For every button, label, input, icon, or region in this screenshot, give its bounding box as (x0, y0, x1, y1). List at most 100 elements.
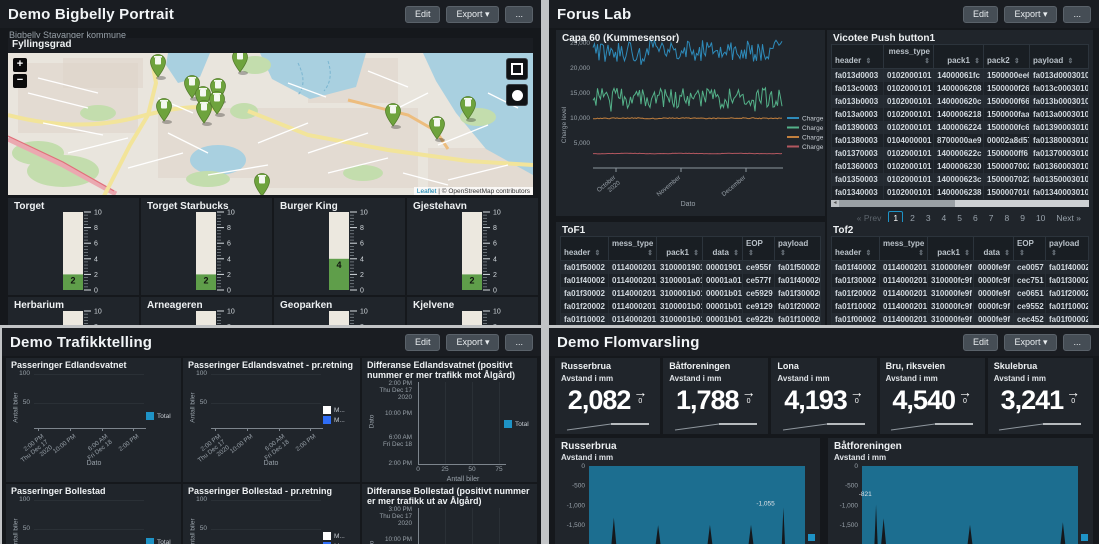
pagination-page-8[interactable]: 8 (1000, 212, 1013, 222)
more-button[interactable]: ... (1063, 6, 1091, 23)
sort-icon[interactable]: ⇕ (1002, 250, 1010, 257)
table-row[interactable]: fa01390003010200010114000062241500000fc6… (832, 121, 1089, 134)
table-row[interactable]: fa01f2000201140002013100001b0100001b01ce… (561, 300, 821, 313)
table-row[interactable]: fa01f3000201140002013100001b0100001b01ce… (561, 287, 821, 300)
map-fullscreen-button[interactable] (506, 58, 528, 80)
sort-icon[interactable]: ⇕ (691, 250, 699, 257)
pagination-page-2[interactable]: 2 (906, 212, 919, 222)
table-row[interactable]: fa013a0003010200010114000062181500000faa… (832, 108, 1089, 121)
export-button[interactable]: Export ▾ (446, 6, 499, 23)
pagination-page-5[interactable]: 5 (953, 212, 966, 222)
svg-text:10: 10 (227, 309, 235, 316)
sort-icon[interactable]: ⇕ (778, 250, 786, 257)
column-header-mess_type[interactable]: mess_type ⇕ (609, 237, 657, 261)
pagination-page-10[interactable]: 10 (1032, 212, 1049, 222)
svg-text:December: December (721, 174, 748, 198)
table-row[interactable]: fa01f100020114000201310000fc9f0000fc9fce… (832, 300, 1089, 313)
column-header-header[interactable]: header ⇕ (561, 237, 609, 261)
column-header-pack1[interactable]: pack1 ⇕ (928, 237, 974, 261)
x-tick (310, 428, 311, 431)
map-zoom-out-button[interactable]: − (13, 74, 27, 88)
scrollbar-thumb[interactable] (839, 200, 955, 207)
sort-icon[interactable]: ⇕ (645, 250, 653, 257)
single-value-tile: LonaAvstand i mm4,193→0 (771, 358, 876, 434)
pagination-page-7[interactable]: 7 (985, 212, 998, 222)
column-header-pack2[interactable]: pack2 ⇕ (984, 45, 1030, 69)
table-row[interactable]: fa01360003010200010114000062301500007002… (832, 160, 1089, 173)
table-row[interactable]: fa01f4000201140002013100001a0100001a01ce… (561, 274, 821, 287)
table-row[interactable]: fa01340003010200010114000062381500007016… (832, 186, 1089, 199)
table-row[interactable]: fa013700030102000101140000622c1500000ff6… (832, 147, 1089, 160)
sort-icon[interactable]: ⇕ (863, 250, 871, 257)
sort-icon[interactable]: ⇕ (916, 250, 924, 257)
pagination-page-4[interactable]: 4 (938, 212, 951, 222)
edit-button[interactable]: Edit (963, 6, 999, 23)
column-header-pack1[interactable]: pack1 ⇕ (934, 45, 984, 69)
column-header-mess_type[interactable]: mess_type ⇕ (880, 237, 928, 261)
table-row[interactable]: fa01f000020114000201310000fe9f0000fe9fce… (832, 313, 1089, 325)
svg-text:4: 4 (493, 256, 497, 263)
svg-text:8: 8 (360, 324, 364, 325)
sort-icon[interactable]: ⇕ (1049, 250, 1057, 257)
map[interactable]: + − Leaflet | © OpenStreetMap contributo… (8, 53, 533, 195)
x-tick-label: 2:00 PM Thu Dec 17 2020 (16, 433, 55, 470)
edit-button[interactable]: Edit (963, 334, 999, 351)
pagination-page-3[interactable]: 3 (922, 212, 935, 222)
table-row[interactable]: fa01f1000201140002013100001b0100001b01ce… (561, 313, 821, 325)
sort-icon[interactable]: ⇕ (863, 58, 871, 65)
column-header-EOP[interactable]: EOP ⇕ (743, 237, 775, 261)
column-header-payload[interactable]: payload ⇕ (775, 237, 821, 261)
export-button[interactable]: Export ▾ (1004, 334, 1057, 351)
svg-text:4: 4 (94, 256, 98, 263)
column-header-header[interactable]: header ⇕ (832, 237, 880, 261)
table-row[interactable]: fa01f500020114000201310000190100001901ce… (561, 261, 821, 275)
column-header-EOP[interactable]: EOP ⇕ (1014, 237, 1046, 261)
export-button[interactable]: Export ▾ (446, 334, 499, 351)
sort-icon[interactable]: ⇕ (972, 58, 980, 65)
pagination-page-1[interactable]: 1 (888, 211, 903, 222)
pagination-page-6[interactable]: 6 (969, 212, 982, 222)
edit-button[interactable]: Edit (405, 6, 441, 23)
pagination-prev[interactable]: « Prev (853, 212, 886, 222)
leaflet-link[interactable]: Leaflet (417, 188, 437, 195)
column-header-data[interactable]: data ⇕ (974, 237, 1014, 261)
table-row[interactable]: fa01f200020114000201310000fe9f0000fe9fce… (832, 287, 1089, 300)
pagination-page-9[interactable]: 9 (1016, 212, 1029, 222)
map-zoom-in-button[interactable]: + (13, 58, 27, 72)
svg-text:8: 8 (94, 225, 98, 232)
sort-icon[interactable]: ⇕ (592, 250, 600, 257)
x-axis (34, 428, 146, 429)
more-button[interactable]: ... (1063, 334, 1091, 351)
table-row[interactable]: fa013d0003010200010114000061fc1500000ee6… (832, 69, 1089, 83)
column-header-mess_type[interactable]: mess_type ⇕ (884, 45, 934, 69)
table-row[interactable]: fa013b00030102000101140000620c1500000f66… (832, 95, 1089, 108)
more-button[interactable]: ... (505, 6, 533, 23)
column-header-payload[interactable]: payload ⇕ (1046, 237, 1089, 261)
column-header-data[interactable]: data ⇕ (703, 237, 743, 261)
export-button[interactable]: Export ▾ (1004, 6, 1057, 23)
table-row[interactable]: fa0138000301040000018700000ae900002a8d57… (832, 134, 1089, 147)
table-row[interactable]: fa013500030102000101140000623c1500007022… (832, 173, 1089, 186)
column-header-header[interactable]: header ⇕ (832, 45, 884, 69)
map-layers-button[interactable] (506, 84, 528, 106)
sort-icon[interactable]: ⇕ (1017, 250, 1025, 257)
table-row[interactable]: fa01f300020114000201310000fc9f0000fc9fce… (832, 274, 1089, 287)
sort-icon[interactable]: ⇕ (731, 250, 739, 257)
sort-icon[interactable]: ⇕ (922, 58, 930, 65)
sort-icon[interactable]: ⇕ (1012, 58, 1020, 65)
more-button[interactable]: ... (505, 334, 533, 351)
pagination-next[interactable]: Next » (1052, 212, 1085, 222)
sort-icon[interactable]: ⇕ (962, 250, 970, 257)
horizontal-scrollbar[interactable]: ◂ (831, 200, 1089, 207)
column-header-pack1[interactable]: pack1 ⇕ (657, 237, 703, 261)
table-row[interactable]: fa013c0003010200010114000062081500000f26… (832, 82, 1089, 95)
table-row[interactable]: fa01f400020114000201310000fe9f0000fe9fce… (832, 261, 1089, 275)
x-tick-label: 50 (468, 466, 475, 473)
sort-icon[interactable]: ⇕ (746, 250, 754, 257)
edit-button[interactable]: Edit (405, 334, 441, 351)
scroll-left-arrow[interactable]: ◂ (831, 200, 839, 207)
sort-icon[interactable]: ⇕ (1065, 58, 1073, 65)
column-header-payload[interactable]: payload ⇕ (1030, 45, 1089, 69)
svg-text:-821: -821 (859, 491, 872, 498)
vicotee-table-panel: Vicotee Push button1 header ⇕mess_type ⇕… (827, 30, 1093, 222)
